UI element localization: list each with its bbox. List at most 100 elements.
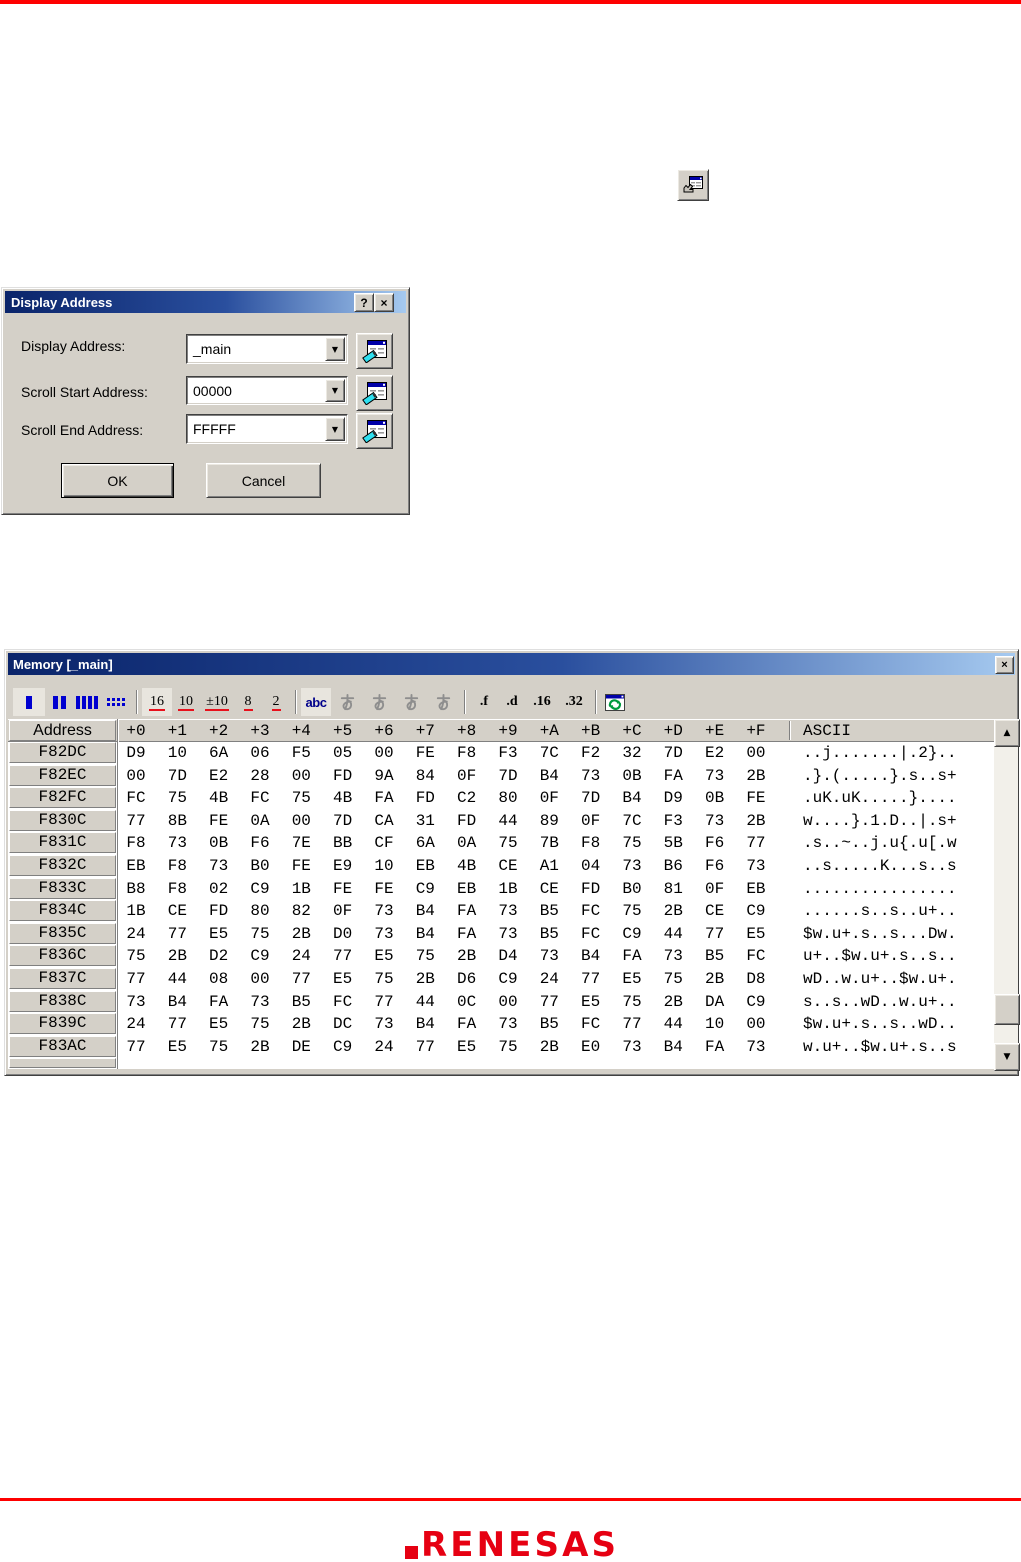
byte-cell[interactable]: CE bbox=[490, 855, 526, 877]
byte-cell[interactable]: 77 bbox=[573, 968, 609, 990]
byte-cell[interactable]: 0B bbox=[201, 832, 237, 854]
byte-cell[interactable]: 77 bbox=[118, 968, 154, 990]
byte-cell[interactable]: 24 bbox=[283, 945, 319, 967]
byte-cell[interactable]: 0C bbox=[449, 991, 485, 1013]
byte-cell[interactable]: 24 bbox=[531, 968, 567, 990]
byte-cell[interactable]: E5 bbox=[325, 968, 361, 990]
byte-cell[interactable]: FE bbox=[738, 787, 774, 809]
memory-window-titlebar[interactable]: Memory [_main] bbox=[8, 653, 1015, 675]
byte-cell[interactable]: 75 bbox=[614, 832, 650, 854]
byte-cell[interactable]: 7B bbox=[531, 832, 567, 854]
cancel-button[interactable]: Cancel bbox=[206, 463, 321, 498]
byte-cell[interactable]: 10 bbox=[159, 742, 195, 764]
byte-cell[interactable]: B4 bbox=[614, 787, 650, 809]
byte-cell[interactable]: B0 bbox=[614, 878, 650, 900]
ascii-encoding-button[interactable]: abc bbox=[301, 688, 331, 716]
byte-cell[interactable]: 00 bbox=[283, 765, 319, 787]
byte-cell[interactable]: CF bbox=[366, 832, 402, 854]
byte-cell[interactable]: 77 bbox=[159, 1013, 195, 1035]
byte-cell[interactable]: 73 bbox=[118, 991, 154, 1013]
byte-cell[interactable]: E5 bbox=[738, 923, 774, 945]
byte-cell[interactable]: 2B bbox=[449, 945, 485, 967]
byte-cell[interactable]: D6 bbox=[449, 968, 485, 990]
byte-cell[interactable]: FC bbox=[573, 923, 609, 945]
byte-cell[interactable]: 2B bbox=[655, 900, 691, 922]
byte-cell[interactable]: E5 bbox=[366, 945, 402, 967]
byte-cell[interactable]: 73 bbox=[242, 991, 278, 1013]
byte-cell[interactable]: 0B bbox=[614, 765, 650, 787]
byte-cell[interactable]: B4 bbox=[573, 945, 609, 967]
byte-cell[interactable]: F5 bbox=[283, 742, 319, 764]
byte-cell[interactable]: 75 bbox=[201, 1036, 237, 1058]
combo-box-2[interactable]: 00000 ▼ bbox=[186, 376, 348, 405]
byte-cell[interactable]: 10 bbox=[697, 1013, 733, 1035]
byte-cell[interactable]: 7D bbox=[655, 742, 691, 764]
byte-cell[interactable]: 75 bbox=[242, 923, 278, 945]
byte-cell[interactable]: FC bbox=[118, 787, 154, 809]
byte-cell[interactable]: C2 bbox=[449, 787, 485, 809]
one-column-icon[interactable] bbox=[13, 688, 45, 716]
byte-cell[interactable]: 2B bbox=[407, 968, 443, 990]
kana-a-2-button[interactable] bbox=[363, 688, 395, 716]
byte-cell[interactable]: EB bbox=[118, 855, 154, 877]
byte-cell[interactable]: 10 bbox=[366, 855, 402, 877]
byte-cell[interactable]: C9 bbox=[614, 923, 650, 945]
byte-cell[interactable]: FA bbox=[449, 923, 485, 945]
byte-cell[interactable]: D9 bbox=[118, 742, 154, 764]
byte-cell[interactable]: 75 bbox=[118, 945, 154, 967]
byte-cell[interactable]: 75 bbox=[655, 968, 691, 990]
byte-cell[interactable]: 73 bbox=[614, 1036, 650, 1058]
byte-cell[interactable]: E5 bbox=[573, 991, 609, 1013]
scroll-up-icon[interactable]: ▲ bbox=[994, 719, 1020, 747]
kana-a-3-button[interactable] bbox=[395, 688, 427, 716]
byte-cell[interactable]: 75 bbox=[407, 945, 443, 967]
byte-cell[interactable]: F8 bbox=[118, 832, 154, 854]
byte-cell[interactable]: 81 bbox=[655, 878, 691, 900]
kana-a-4-button[interactable] bbox=[427, 688, 459, 716]
byte-cell[interactable]: C9 bbox=[407, 878, 443, 900]
byte-cell[interactable]: 00 bbox=[242, 968, 278, 990]
byte-cell[interactable]: 73 bbox=[366, 1013, 402, 1035]
byte-cell[interactable]: 08 bbox=[201, 968, 237, 990]
byte-cell[interactable]: 1B bbox=[283, 878, 319, 900]
byte-cell[interactable]: FE bbox=[407, 742, 443, 764]
byte-cell[interactable]: 7D bbox=[573, 787, 609, 809]
byte-cell[interactable]: C9 bbox=[738, 900, 774, 922]
byte-cell[interactable]: 2B bbox=[697, 968, 733, 990]
type-button-d[interactable]: .d bbox=[498, 688, 526, 716]
byte-cell[interactable]: 2B bbox=[531, 1036, 567, 1058]
byte-cell[interactable]: 77 bbox=[738, 832, 774, 854]
byte-cell[interactable]: E5 bbox=[614, 968, 650, 990]
byte-cell[interactable]: FE bbox=[325, 878, 361, 900]
byte-cell[interactable]: 77 bbox=[614, 1013, 650, 1035]
byte-cell[interactable]: D2 bbox=[201, 945, 237, 967]
byte-cell[interactable]: 82 bbox=[283, 900, 319, 922]
dialog-titlebar[interactable]: Display Address bbox=[5, 291, 406, 313]
byte-cell[interactable]: 00 bbox=[366, 742, 402, 764]
chevron-down-icon[interactable]: ▼ bbox=[325, 379, 345, 402]
byte-cell[interactable]: C9 bbox=[325, 1036, 361, 1058]
byte-cell[interactable]: 44 bbox=[655, 923, 691, 945]
byte-cell[interactable]: 73 bbox=[738, 1036, 774, 1058]
byte-cell[interactable]: 7C bbox=[531, 742, 567, 764]
byte-cell[interactable]: 2B bbox=[655, 991, 691, 1013]
combo-box-1[interactable]: _main ▼ bbox=[186, 334, 348, 364]
byte-cell[interactable]: B4 bbox=[159, 991, 195, 1013]
byte-cell[interactable]: CA bbox=[366, 810, 402, 832]
close-icon[interactable]: × bbox=[374, 293, 394, 312]
byte-cell[interactable]: B0 bbox=[242, 855, 278, 877]
byte-cell[interactable]: 00 bbox=[738, 1013, 774, 1035]
byte-cell[interactable]: BB bbox=[325, 832, 361, 854]
byte-cell[interactable]: 73 bbox=[490, 900, 526, 922]
byte-cell[interactable]: 4B bbox=[325, 787, 361, 809]
byte-cell[interactable]: 24 bbox=[118, 1013, 154, 1035]
byte-cell[interactable]: 73 bbox=[738, 855, 774, 877]
byte-cell[interactable]: 73 bbox=[201, 855, 237, 877]
byte-cell[interactable]: 0A bbox=[242, 810, 278, 832]
byte-cell[interactable]: B4 bbox=[655, 1036, 691, 1058]
byte-cell[interactable]: FC bbox=[325, 991, 361, 1013]
byte-cell[interactable]: 75 bbox=[283, 787, 319, 809]
combo-box-3[interactable]: FFFFF ▼ bbox=[186, 414, 348, 444]
byte-cell[interactable]: FA bbox=[366, 787, 402, 809]
byte-cell[interactable]: 77 bbox=[118, 810, 154, 832]
